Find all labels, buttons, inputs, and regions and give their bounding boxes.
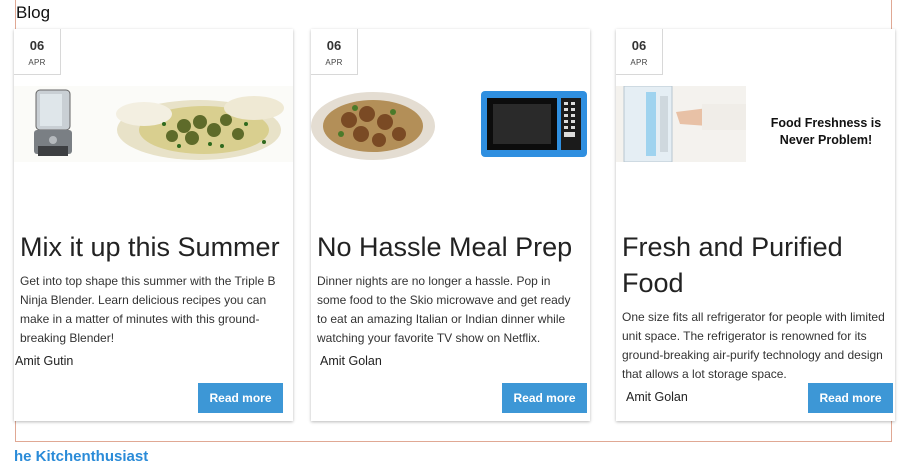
post-title[interactable]: Fresh and Purified Food [622,229,862,301]
blog-card: Food Freshness is Never Problem! 06 APR … [616,29,895,421]
post-date-month: APR [325,58,343,67]
footer-brand-link[interactable]: he Kitchenthusiast [14,448,148,465]
post-date-month: APR [630,58,648,67]
post-excerpt: Get into top shape this summer with the … [20,274,276,345]
blog-card: 06 APR No Hassle Meal Prep Dinner nights… [311,29,590,421]
post-date-month: APR [28,58,46,67]
post-title[interactable]: Mix it up this Summer [20,229,280,265]
read-more-button[interactable]: Read more [198,383,283,413]
post-date: 06 APR [14,29,61,75]
section-title: Blog [16,3,51,22]
post-date: 06 APR [311,29,358,75]
refrigerator-image[interactable]: Food Freshness is Never Problem! [616,86,895,162]
post-author: Amit Golan [320,354,382,368]
microwave-food-image[interactable] [311,86,590,162]
post-excerpt: One size fits all refrigerator for peopl… [622,310,885,381]
read-more-button[interactable]: Read more [808,383,893,413]
blog-card: 06 APR Mix it up this Summer Get into to… [14,29,293,421]
image-caption: Food Freshness is Never Problem! [770,116,882,147]
read-more-button[interactable]: Read more [502,383,587,413]
post-title[interactable]: No Hassle Meal Prep [317,229,572,265]
post-date-day: 06 [29,38,45,53]
post-author: Amit Gutin [15,354,74,368]
post-date-day: 06 [631,38,647,53]
blender-food-image[interactable] [14,86,293,162]
post-date-day: 06 [326,38,342,53]
post-excerpt: Dinner nights are no longer a hassle. Po… [317,274,571,345]
post-date: 06 APR [616,29,663,75]
post-author: Amit Golan [626,390,688,404]
